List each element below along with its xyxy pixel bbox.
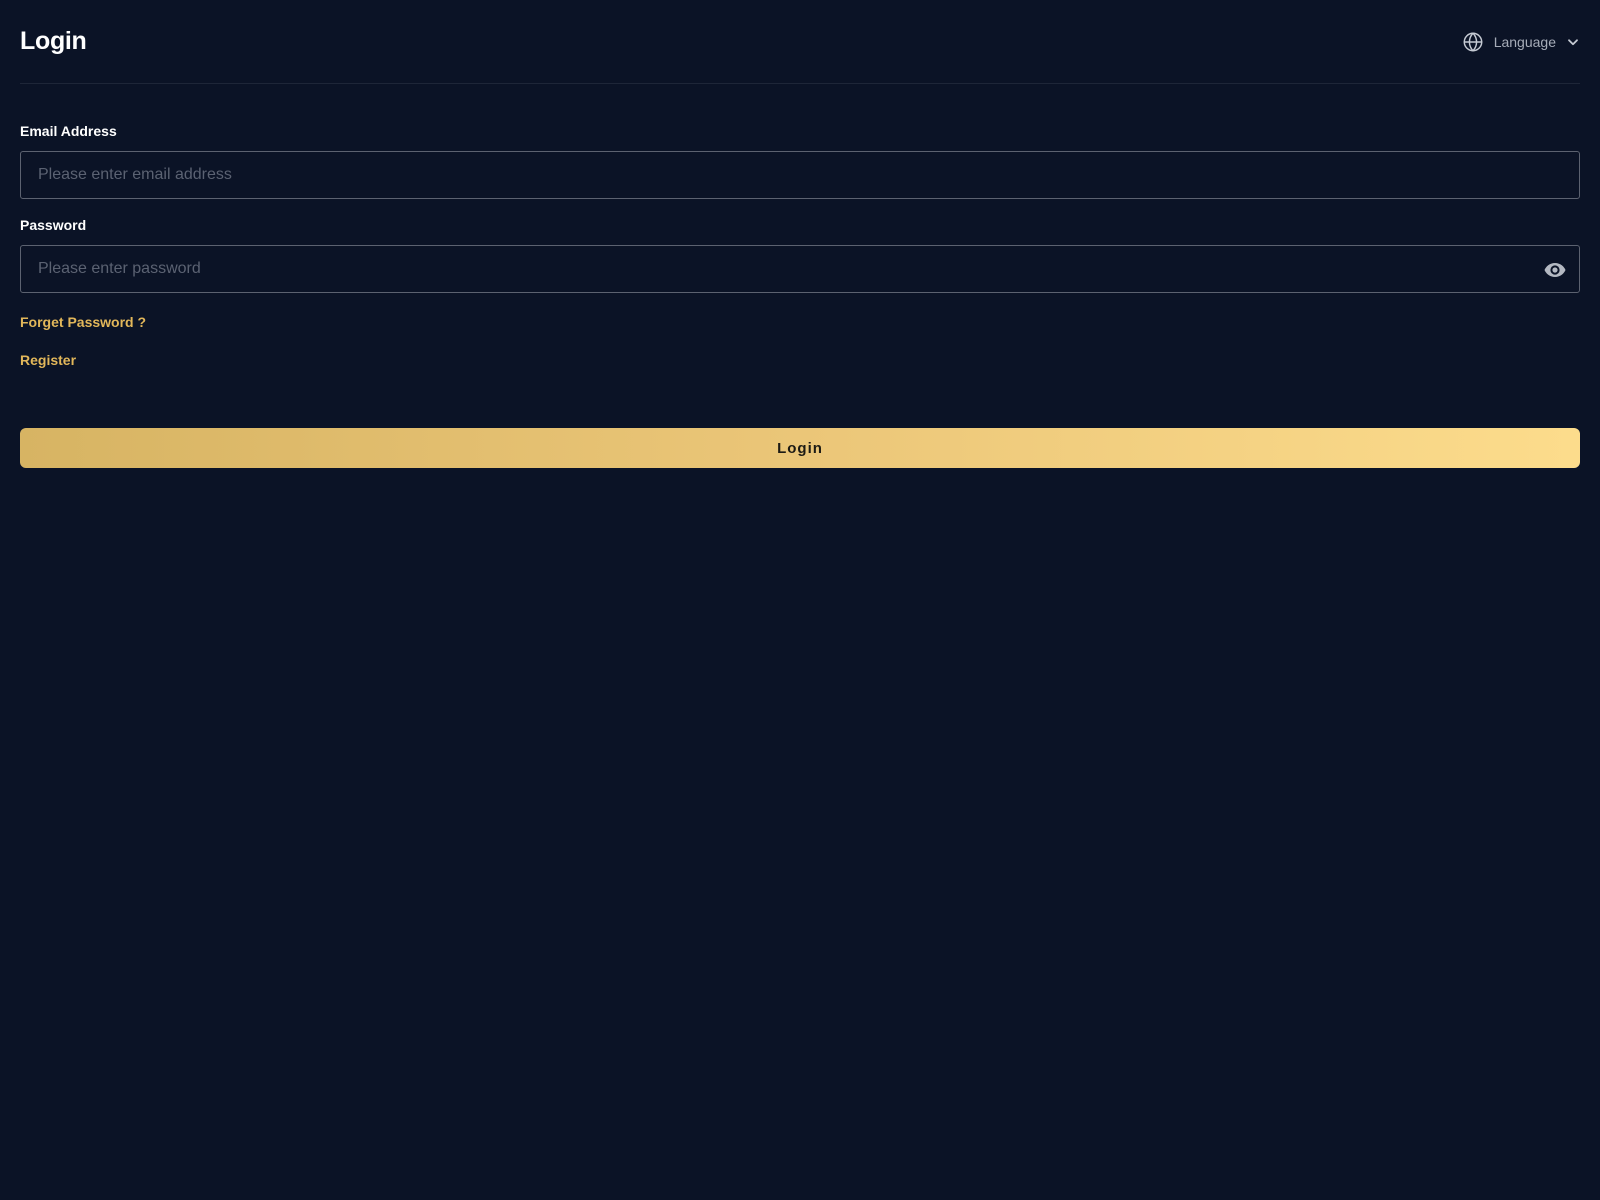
login-page: Login Language Email Address Please ente… — [0, 0, 1600, 1200]
register-link[interactable]: Register — [20, 352, 1580, 368]
language-selector[interactable]: Language — [1462, 31, 1580, 53]
password-label: Password — [20, 217, 87, 233]
globe-icon — [1462, 31, 1484, 53]
email-input[interactable] — [21, 152, 1579, 198]
email-label: Email Address — [20, 123, 117, 139]
password-input-wrapper — [20, 245, 1580, 293]
password-input[interactable] — [21, 246, 1579, 292]
forget-password-link[interactable]: Forget Password ? — [20, 314, 1580, 330]
auth-links: Forget Password ? Register — [20, 314, 1580, 368]
language-label: Language — [1493, 33, 1556, 50]
page-title: Login — [20, 27, 87, 55]
chevron-down-icon — [1566, 35, 1580, 49]
login-form: Email Address Password Forget Password ? — [20, 84, 1580, 468]
login-button[interactable]: Login — [20, 428, 1580, 468]
page-header: Login Language — [20, 0, 1580, 84]
password-field-group: Password — [20, 218, 1580, 293]
eye-icon[interactable] — [1543, 258, 1567, 282]
email-field-group: Email Address — [20, 124, 1580, 199]
email-input-wrapper — [20, 151, 1580, 199]
